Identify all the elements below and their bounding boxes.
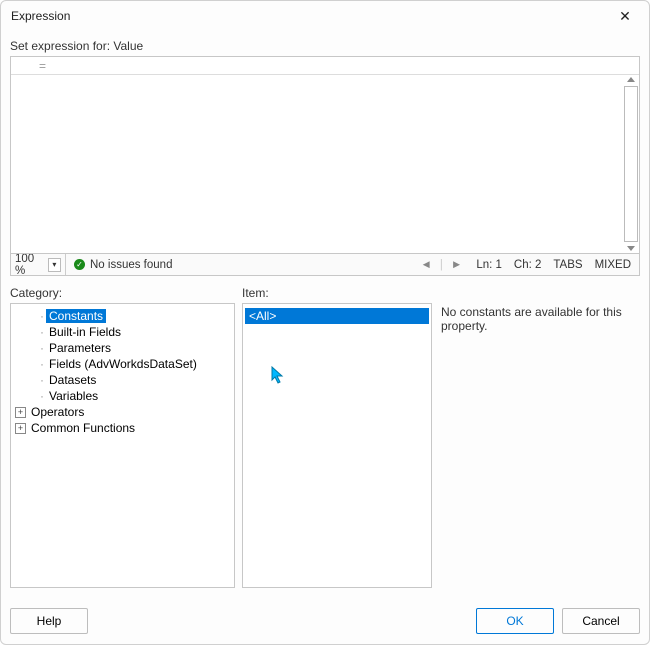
- dialog-footer: Help OK Cancel: [1, 598, 649, 644]
- description-text: No constants are available for this prop…: [439, 303, 640, 335]
- close-icon: ✕: [619, 8, 631, 25]
- item-list[interactable]: <All>: [242, 303, 432, 588]
- tree-item-label: Parameters: [46, 341, 114, 355]
- tree-item[interactable]: ·Built-in Fields: [13, 324, 232, 340]
- expand-icon[interactable]: +: [15, 407, 26, 418]
- nav-sep: |: [440, 259, 443, 271]
- tree-item-label: Variables: [46, 389, 101, 403]
- cursor-status: Ln: 1 Ch: 2 TABS MIXED: [468, 259, 639, 271]
- desc-label-empty: [439, 286, 640, 300]
- zoom-dropdown-icon[interactable]: ▾: [48, 258, 61, 272]
- item-label: Item:: [242, 286, 432, 300]
- scroll-down-icon[interactable]: [627, 246, 635, 251]
- issue-next-icon[interactable]: ►: [451, 259, 462, 271]
- expression-textarea[interactable]: [15, 75, 621, 253]
- category-label: Category:: [10, 286, 235, 300]
- tree-item[interactable]: +Operators: [13, 404, 232, 420]
- issue-text: No issues found: [90, 259, 172, 271]
- scroll-thumb[interactable]: [624, 86, 638, 242]
- cancel-button[interactable]: Cancel: [562, 608, 640, 634]
- titlebar[interactable]: Expression ✕: [1, 1, 649, 31]
- tree-item-label: Fields (AdvWorkdsDataSet): [46, 357, 200, 371]
- tree-item-label: Operators: [28, 405, 87, 419]
- tree-item-label: Common Functions: [28, 421, 138, 435]
- tree-item-label: Constants: [46, 309, 106, 323]
- category-tree[interactable]: ·Constants·Built-in Fields·Parameters·Fi…: [10, 303, 235, 588]
- tree-item[interactable]: +Common Functions: [13, 420, 232, 436]
- ok-icon: [74, 259, 85, 270]
- status-tabs: TABS: [553, 259, 582, 271]
- editor-statusbar: 100 % ▾ No issues found ◄ | ► Ln: 1 Ch: …: [10, 254, 640, 276]
- zoom-level[interactable]: 100 % ▾: [11, 254, 66, 275]
- issue-prev-icon[interactable]: ◄: [421, 259, 432, 271]
- zoom-value: 100 %: [15, 253, 46, 277]
- expand-icon[interactable]: +: [15, 423, 26, 434]
- issue-nav: ◄ | ►: [421, 259, 469, 271]
- list-item[interactable]: <All>: [245, 308, 429, 324]
- editor-vscrollbar[interactable]: [623, 75, 639, 253]
- expression-editor: =: [10, 56, 640, 254]
- tree-item[interactable]: ·Fields (AdvWorkdsDataSet): [13, 356, 232, 372]
- status-line: Ln: 1: [476, 259, 502, 271]
- editor-first-line: =: [11, 57, 639, 75]
- tree-item[interactable]: ·Parameters: [13, 340, 232, 356]
- tree-item-label: Built-in Fields: [46, 325, 124, 339]
- issue-status: No issues found: [66, 259, 421, 271]
- scroll-up-icon[interactable]: [627, 77, 635, 82]
- tree-item[interactable]: ·Variables: [13, 388, 232, 404]
- close-button[interactable]: ✕: [609, 5, 641, 27]
- help-button[interactable]: Help: [10, 608, 88, 634]
- window-title: Expression: [11, 9, 609, 23]
- tree-item[interactable]: ·Constants: [13, 308, 232, 324]
- status-col: Ch: 2: [514, 259, 542, 271]
- tree-item[interactable]: ·Datasets: [13, 372, 232, 388]
- status-mixed: MIXED: [595, 259, 631, 271]
- tree-item-label: Datasets: [46, 373, 99, 387]
- expression-dialog: Expression ✕ Set expression for: Value =…: [0, 0, 650, 645]
- ok-button[interactable]: OK: [476, 608, 554, 634]
- set-expression-label: Set expression for: Value: [10, 39, 640, 53]
